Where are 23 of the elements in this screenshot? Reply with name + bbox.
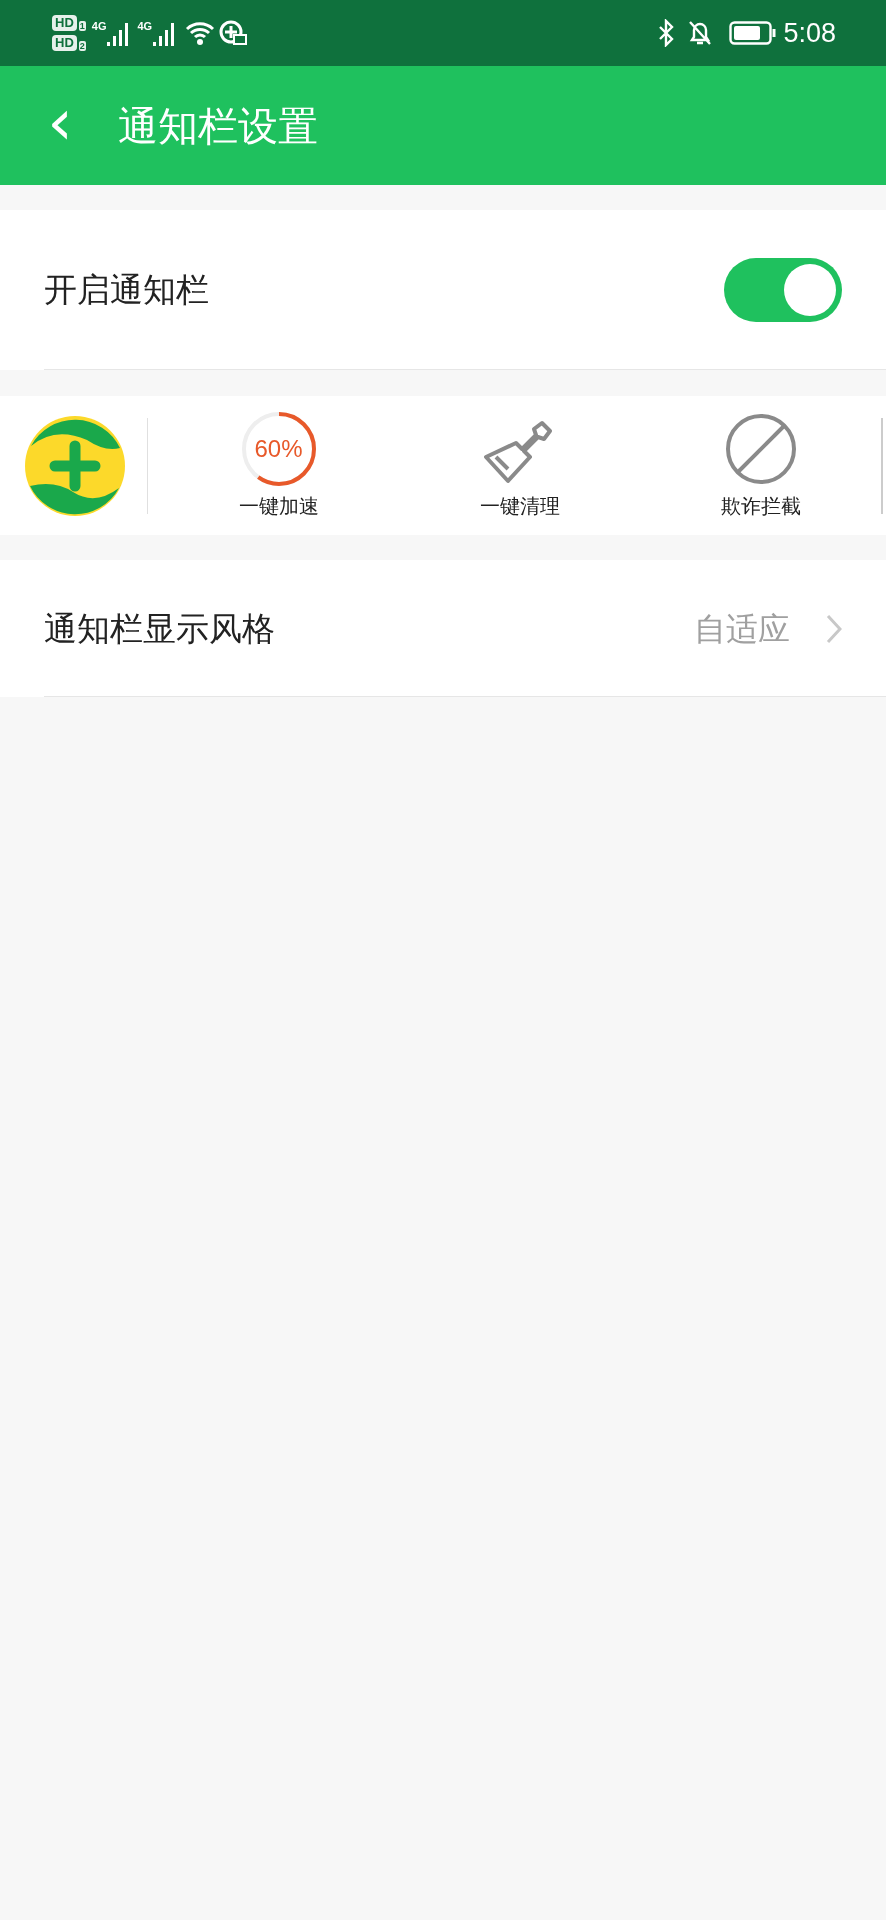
bluetooth-icon [657,19,676,47]
chevron-right-icon [826,613,842,644]
hotspot-icon [219,20,248,46]
sim-label: HD [52,35,77,51]
network-label: 4G [91,20,107,32]
sim-index: 1 [78,21,86,31]
app-logo-icon [25,415,125,516]
settings-row[interactable]: 通知栏显示风格 自适应 [0,560,886,697]
sim-label: HD [52,15,77,31]
shortcut-button[interactable]: 一键清理 [399,410,640,521]
clock: 5:08 [783,16,836,50]
wifi-icon [185,20,216,46]
setting-label: 通知栏显示风格 [44,608,275,649]
network-label: 4G [137,20,153,32]
sim-index: 2 [78,41,86,51]
setting-value: 自适应 [694,609,790,649]
shortcut-button[interactable]: 欺诈拦截 [640,410,881,521]
muted-bell-icon [687,19,714,47]
page-title: 通知栏设置 [118,102,318,150]
battery-icon [729,20,778,46]
speed-gauge: 60% [240,410,317,487]
setting-label: 开启通知栏 [44,270,209,311]
shortcut-button[interactable]: 60% 一键加速 [158,410,399,521]
